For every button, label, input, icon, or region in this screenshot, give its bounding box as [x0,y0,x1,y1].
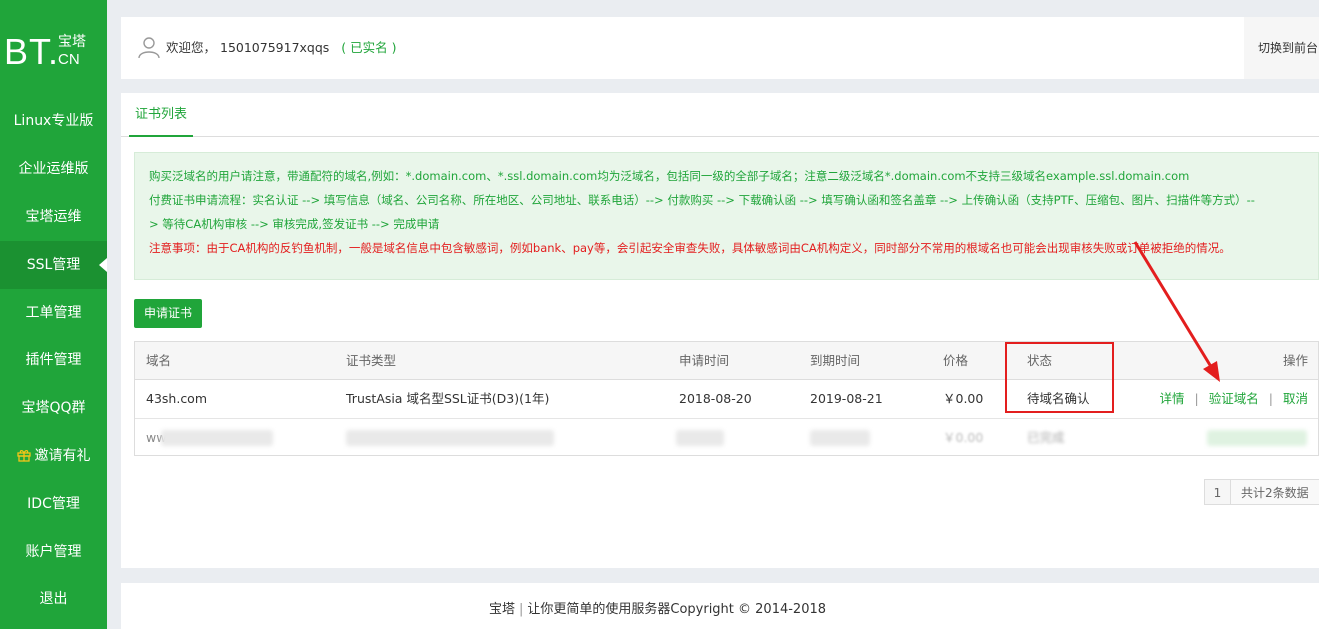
sidebar-item-ssl[interactable]: SSL管理 [0,241,107,289]
footer-copyright: 让你更简单的使用服务器Copyright © 2014-2018 [527,602,827,617]
redacted-apply-time [676,430,724,446]
logo-bt: BT. [4,31,60,72]
footer: 宝塔 | 让你更简单的使用服务器Copyright © 2014-2018 [121,583,1319,629]
switch-to-frontend-link[interactable]: 切换到前台 [1244,17,1319,79]
op-separator: | [1194,391,1199,406]
sidebar-item-qq-group[interactable]: 宝塔QQ群 [0,384,107,432]
sidebar-item-label: 工单管理 [25,305,82,321]
op-separator: | [1268,391,1273,406]
col-apply-time: 申请时间 [679,353,730,368]
sidebar-item-plugins[interactable]: 插件管理 [0,336,107,384]
main-panel: 证书列表 购买泛域名的用户请注意，带通配符的域名,例如：*.domain.com… [121,93,1319,568]
verified-badge[interactable]: ( 已实名 ) [341,40,396,55]
notice-line-wildcard: 购买泛域名的用户请注意，带通配符的域名,例如：*.domain.com、*.ss… [149,169,1190,183]
logo[interactable]: BT. 宝塔 CN [0,28,107,76]
col-domain: 域名 [146,353,172,368]
cell-price: ￥0.00 [943,391,984,406]
cancel-link[interactable]: 取消 [1283,391,1308,406]
footer-separator: | [518,602,524,617]
col-ops: 操作 [1282,353,1308,368]
col-price: 价格 [943,353,969,368]
table-row: 43sh.com TrustAsia 域名型SSL证书(D3)(1年) 2018… [135,380,1318,418]
logo-cn-bottom: CN [58,51,80,68]
col-expire-time: 到期时间 [810,353,861,368]
notice-line-warning: 注意事项：由于CA机构的反钓鱼机制，一般是域名信息中包含敏感词，例如bank、p… [149,241,1231,255]
cell-expire-time: 2019-08-21 [810,391,883,406]
welcome-label: 欢迎您， [166,40,217,55]
cell-price: ￥0.00 [943,430,984,445]
pagination: 1 共计2条数据 [1204,479,1319,505]
page-total: 共计2条数据 [1231,479,1319,505]
sidebar-item-enterprise-ops[interactable]: 企业运维版 [0,145,107,193]
sidebar-item-label: 插件管理 [25,352,82,368]
redacted-type [346,430,554,446]
status-highlight-box [1005,342,1114,413]
sidebar-item-label: 账户管理 [25,544,82,560]
sidebar-item-invite[interactable]: 邀请有礼 [0,432,107,480]
sidebar-item-logout[interactable]: 退出 [0,575,107,623]
notice-line-process: 付费证书申请流程：实名认证 --> 填写信息（域名、公司名称、所在地区、公司地址… [149,193,1255,207]
top-bar: 欢迎您， 1501075917xqqs ( 已实名 ) 切换到前台 [121,17,1319,79]
redacted-domain [161,430,273,446]
cell-ops: 详情 | 验证域名 | 取消 [1160,380,1308,418]
sidebar-item-label: Linux专业版 [13,113,94,129]
table-row: ww ￥0.00 已完成 [135,418,1318,456]
redacted-ops [1207,430,1307,446]
sidebar-item-bt-ops[interactable]: 宝塔运维 [0,193,107,241]
sidebar-item-tickets[interactable]: 工单管理 [0,289,107,337]
redacted-expire-time [810,430,870,446]
gift-icon [16,450,31,462]
sidebar-item-label: IDC管理 [27,496,80,512]
col-type: 证书类型 [346,353,397,368]
tab-bar: 证书列表 [121,93,1319,137]
notice-line-process-cont: > 等待CA机构审核 --> 审核完成,签发证书 --> 完成申请 [149,217,440,231]
table-header: 域名 证书类型 申请时间 到期时间 价格 状态 操作 [135,342,1318,380]
sidebar-item-label: SSL管理 [26,257,81,273]
sidebar-item-account[interactable]: 账户管理 [0,528,107,576]
tab-cert-list[interactable]: 证书列表 [129,93,194,137]
sidebar-item-idc[interactable]: IDC管理 [0,480,107,528]
user-icon [138,37,160,59]
cert-table: 域名 证书类型 申请时间 到期时间 价格 状态 操作 43sh.com Trus… [134,341,1319,456]
cell-domain: 43sh.com [146,391,208,406]
username: 1501075917xqqs [220,40,330,55]
footer-brand[interactable]: 宝塔 [489,602,515,617]
notice-box: 购买泛域名的用户请注意，带通配符的域名,例如：*.domain.com、*.ss… [134,152,1319,280]
cell-type: TrustAsia 域名型SSL证书(D3)(1年) [346,391,550,406]
sidebar-item-label: 企业运维版 [18,161,89,177]
sidebar-item-label: 邀请有礼 [34,448,91,464]
detail-link[interactable]: 详情 [1160,391,1185,406]
verify-domain-link[interactable]: 验证域名 [1209,391,1259,406]
welcome-text: 欢迎您， 1501075917xqqs ( 已实名 ) [166,39,397,57]
cell-status: 已完成 [1027,430,1065,445]
cell-apply-time: 2018-08-20 [679,391,752,406]
logo-cn-top: 宝塔 [58,34,86,50]
sidebar-item-linux-pro[interactable]: Linux专业版 [0,97,107,145]
sidebar-item-label: 退出 [39,591,68,607]
sidebar-item-label: 宝塔运维 [25,209,82,225]
page-number[interactable]: 1 [1204,479,1231,505]
sidebar: BT. 宝塔 CN Linux专业版 企业运维版 宝塔运维 SSL管理 工单管理… [0,0,107,629]
sidebar-item-label: 宝塔QQ群 [21,400,86,416]
apply-cert-button[interactable]: 申请证书 [134,299,202,328]
